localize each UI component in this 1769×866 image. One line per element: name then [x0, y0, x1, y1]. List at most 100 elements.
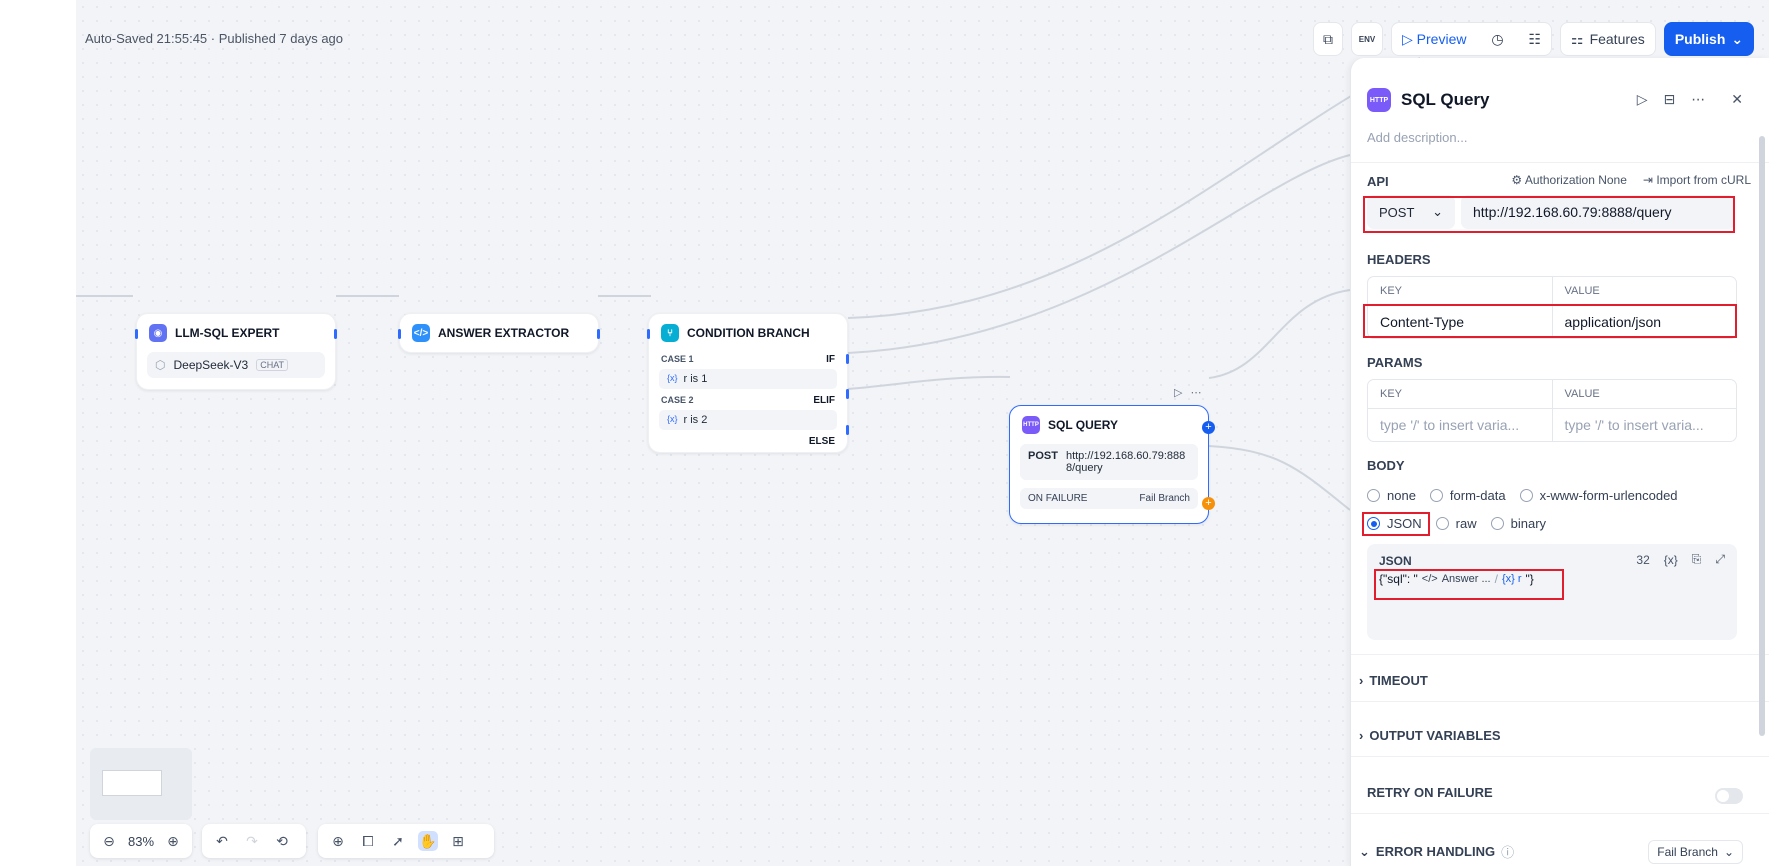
close-icon[interactable]: ✕	[1731, 91, 1743, 108]
add-fail-icon[interactable]: +	[1202, 497, 1215, 510]
radio-raw[interactable]: raw	[1435, 516, 1477, 531]
expand-icon[interactable]: ⤢	[1715, 552, 1725, 567]
elif-port[interactable]	[846, 389, 849, 399]
add-node-icon[interactable]: ⊕	[328, 831, 348, 851]
json-editor[interactable]: JSON 32 {x} ⎘ ⤢ {"sql": " </> Answer ...…	[1367, 544, 1737, 640]
node-llm-sql-expert[interactable]: ◉ LLM-SQL EXPERT ⬡ DeepSeek-V3 CHAT	[135, 313, 337, 390]
info-icon: ⓘ	[1501, 845, 1515, 860]
param-key-input[interactable]: type '/' to insert varia...	[1368, 409, 1552, 441]
request-summary: POST http://192.168.60.79:8888/query	[1020, 444, 1198, 480]
input-port[interactable]	[647, 329, 650, 339]
node-sql-query[interactable]: HTTP SQL QUERY POST http://192.168.60.79…	[1009, 405, 1215, 524]
retry-label: RETRY ON FAILURE	[1367, 785, 1493, 800]
case1-label: CASE 1	[661, 354, 694, 364]
preview-button[interactable]: ▷ Preview	[1402, 31, 1466, 48]
api-label: API	[1367, 174, 1389, 189]
variable-ref-chip: {x} r	[1501, 573, 1522, 585]
if-port[interactable]	[846, 354, 849, 364]
input-port[interactable]	[398, 329, 401, 339]
minimap[interactable]	[90, 748, 192, 820]
zoom-level[interactable]: 83%	[128, 834, 154, 849]
zoom-out-icon[interactable]: ⊖	[100, 831, 118, 851]
copy-icon[interactable]: ⎘	[1692, 552, 1702, 567]
run-node-icon[interactable]: ▷	[1174, 386, 1182, 399]
error-handling-select[interactable]: Fail Branch ⌄	[1648, 840, 1743, 864]
header-key-input[interactable]: Content-Type	[1368, 306, 1552, 338]
case2-label: CASE 2	[661, 395, 694, 405]
radio-binary[interactable]: binary	[1490, 516, 1546, 531]
node-title: LLM-SQL EXPERT	[175, 326, 280, 340]
radio-form-data[interactable]: form-data	[1429, 488, 1506, 503]
play-icon: ▷	[1402, 30, 1413, 47]
preview-label: Preview	[1416, 30, 1467, 47]
radio-circle	[1367, 489, 1380, 502]
json-prefix: {"sql": "	[1379, 572, 1418, 586]
undo-icon[interactable]: ↶	[212, 831, 232, 851]
insert-variable-icon[interactable]: {x}	[1664, 553, 1678, 567]
radio-none[interactable]: none	[1367, 488, 1416, 503]
panel-scrollbar[interactable]	[1759, 136, 1765, 736]
run-icon[interactable]: ▷	[1637, 91, 1648, 108]
radio-urlencoded[interactable]: x-www-form-urlencoded	[1519, 488, 1678, 503]
checklist-icon-2[interactable]: ☷	[1528, 31, 1541, 48]
radio-json[interactable]: JSON	[1367, 516, 1422, 531]
env-button[interactable]: ENV	[1351, 22, 1383, 56]
body-type-radios-row2: JSON raw binary	[1367, 516, 1546, 531]
chevron-right-icon: ›	[1359, 728, 1364, 743]
features-button[interactable]: ⚏ Features	[1560, 22, 1656, 56]
params-table: KEY VALUE type '/' to insert varia... type…	[1367, 379, 1737, 442]
else-port[interactable]	[846, 425, 849, 435]
retry-section: RETRY ON FAILURE	[1367, 785, 1493, 800]
node-settings-panel: HTTP SQL Query ▷ ⊟ ⋯ ✕ Add description..…	[1350, 58, 1769, 866]
autosave-status: Auto-Saved 21:55:45 · Published 7 days a…	[85, 31, 344, 46]
output-variables-section[interactable]: › OUTPUT VARIABLES	[1359, 728, 1501, 743]
authorization-button[interactable]: ⚙ Authorization None	[1511, 173, 1627, 187]
input-port[interactable]	[135, 329, 138, 339]
history-icon[interactable]: ⟲	[272, 831, 292, 851]
hand-icon[interactable]: ✋	[418, 831, 438, 851]
radio-label: raw	[1455, 516, 1477, 531]
method-select[interactable]: POST ⌄	[1367, 195, 1455, 229]
method-label: POST	[1028, 450, 1058, 462]
retry-toggle[interactable]	[1715, 788, 1743, 804]
publish-button[interactable]: Publish ⌄	[1663, 22, 1755, 56]
output-port[interactable]	[597, 329, 600, 339]
add-note-icon[interactable]: ⧠	[358, 831, 378, 851]
case1-condition: {x} r is 1	[659, 369, 837, 389]
more-icon[interactable]: ⋯	[1190, 386, 1201, 399]
http-icon: HTTP	[1367, 88, 1391, 112]
error-handling-section[interactable]: ⌄ ERROR HANDLING ⓘ	[1359, 842, 1514, 861]
json-content[interactable]: {"sql": " </> Answer ... / {x} r "}	[1379, 572, 1534, 586]
zoom-in-icon[interactable]: ⊕	[164, 831, 182, 851]
organize-icon[interactable]: ⊞	[448, 831, 468, 851]
char-count: 32	[1636, 552, 1650, 567]
url-input[interactable]: http://192.168.60.79:8888/query	[1461, 195, 1735, 229]
header-value-input[interactable]: application/json	[1551, 306, 1737, 338]
canvas-tools: ⊕ ⧠ ➚ ✋ ⊞	[318, 824, 494, 858]
timeout-section[interactable]: › TIMEOUT	[1359, 673, 1428, 688]
radio-label: none	[1387, 488, 1416, 503]
run-history-icon[interactable]: ◷	[1491, 31, 1503, 48]
pointer-icon[interactable]: ➚	[388, 831, 408, 851]
env-label: ENV	[1358, 34, 1376, 44]
headers-table: KEY VALUE Content-Type application/json	[1367, 276, 1737, 339]
error-handling-label: ERROR HANDLING	[1375, 844, 1496, 859]
description-input[interactable]: Add description...	[1367, 130, 1467, 145]
param-value-input[interactable]: type '/' to insert varia...	[1551, 409, 1737, 441]
branch-icon: ⑂	[661, 324, 679, 342]
node-condition-branch[interactable]: ⑂ CONDITION BRANCH CASE 1 IF {x} r is 1 CA…	[647, 313, 849, 453]
body-label: BODY	[1367, 458, 1405, 473]
checklist-icon-button[interactable]: ⧉	[1313, 22, 1343, 56]
more-icon[interactable]: ⋯	[1691, 91, 1705, 108]
redo-icon[interactable]: ↷	[242, 831, 262, 851]
variable-icon: {x}	[667, 373, 678, 383]
node-answer-extractor[interactable]: </> ANSWER EXTRACTOR	[398, 313, 600, 353]
help-book-icon[interactable]: ⊟	[1664, 91, 1676, 108]
import-curl-button[interactable]: ⇥ Import from cURL	[1643, 173, 1751, 187]
output-port[interactable]	[334, 329, 337, 339]
add-next-icon[interactable]: +	[1202, 421, 1215, 434]
method-value: POST	[1379, 204, 1415, 220]
model-icon: ⬡	[155, 358, 166, 372]
panel-title[interactable]: SQL Query	[1401, 90, 1490, 110]
case2-text: r is 2	[683, 414, 708, 426]
